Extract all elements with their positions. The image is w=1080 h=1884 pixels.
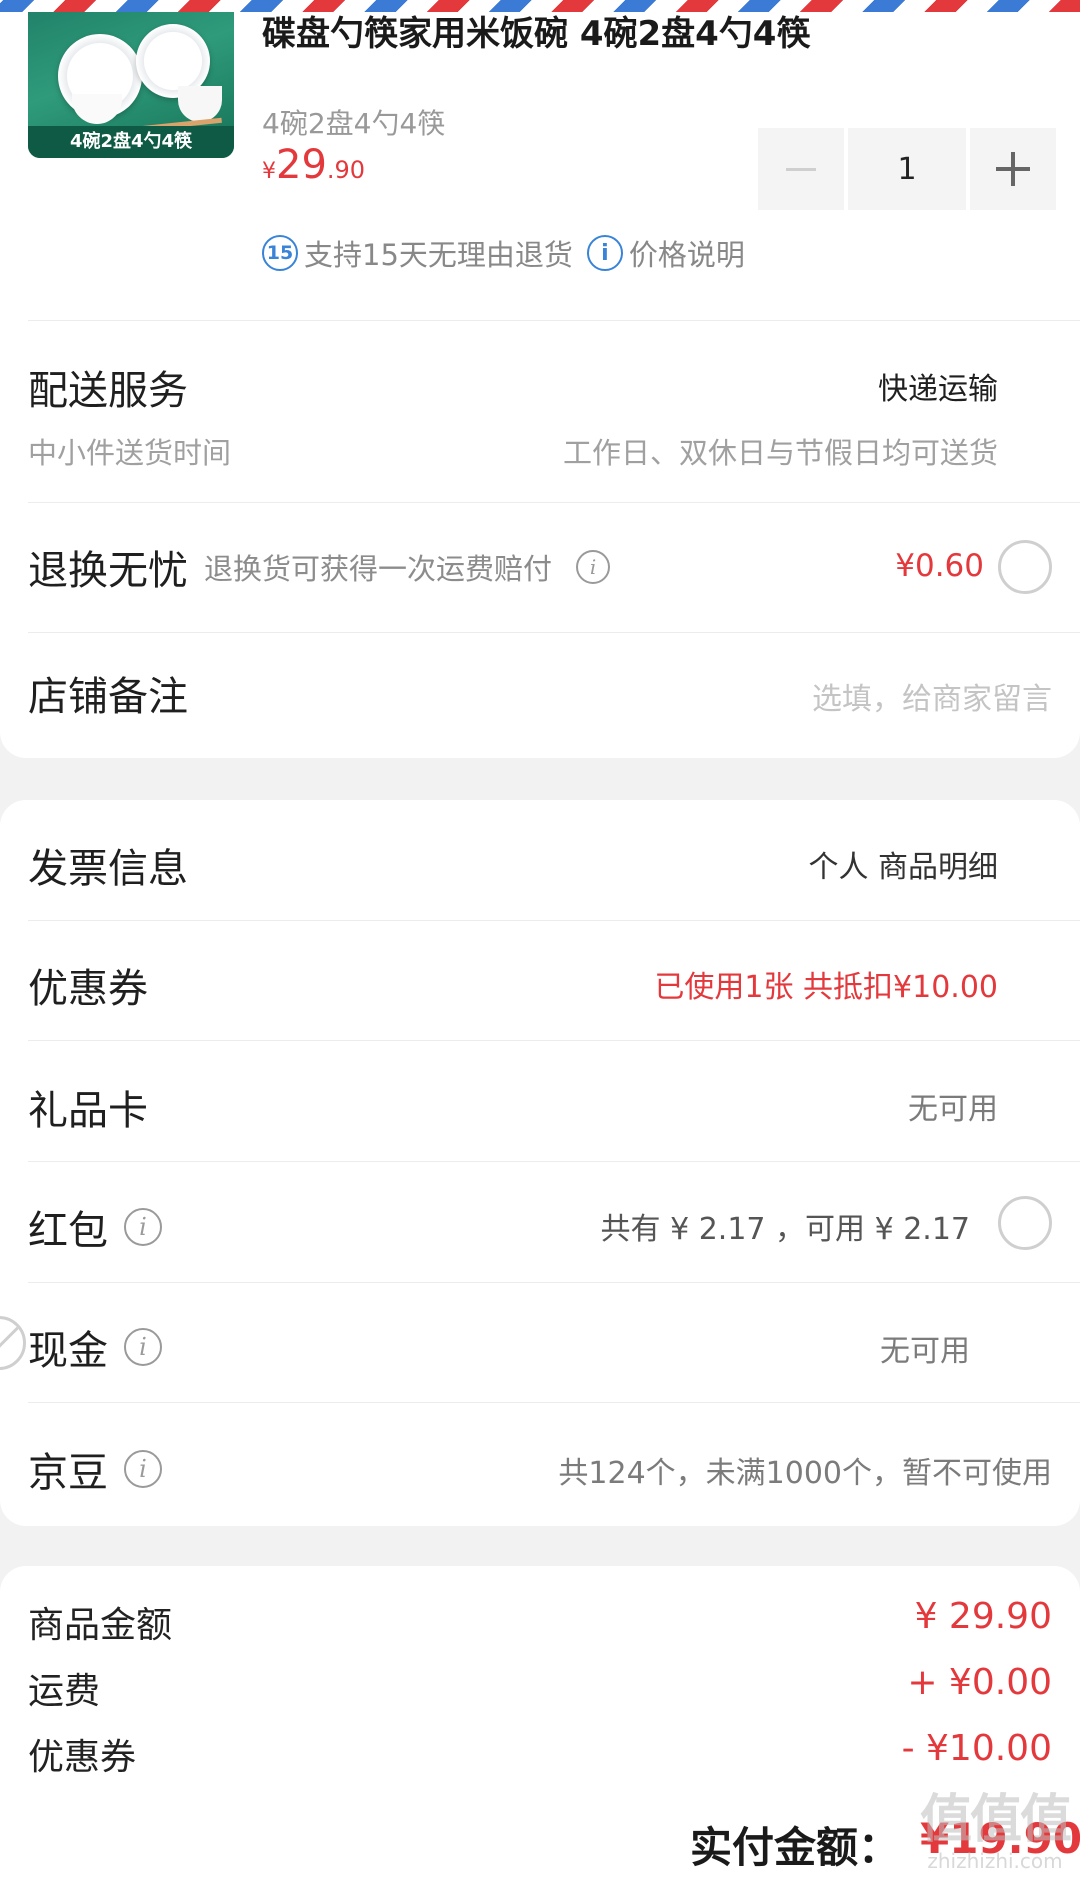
increase-quantity-button[interactable] — [970, 128, 1056, 210]
goods-amount-value: ¥ 29.90 — [914, 1596, 1052, 1637]
return-policy-link[interactable]: 支持15天无理由退货 — [304, 232, 573, 274]
coupon-discount-value: - ¥10.00 — [901, 1728, 1052, 1769]
info-icon[interactable]: i — [124, 1328, 162, 1366]
red-packet-value: 共有 ¥ 2.17 ，可用 ¥ 2.17 — [600, 1212, 970, 1247]
plus-icon — [996, 152, 1030, 186]
airmail-border-decoration — [0, 0, 1080, 12]
order-summary-card: 商品金额 ¥ 29.90 运费 + ¥0.00 优惠券 - ¥10.00 实付金… — [0, 1566, 1080, 1884]
jingdou-label: 京豆 — [28, 1450, 108, 1496]
return-days-icon: 15 — [262, 235, 298, 271]
total-label: 实付金额： — [690, 1823, 901, 1872]
return-insurance-desc: 退换货可获得一次运费赔付 — [204, 552, 553, 586]
service-tags: 15 支持15天无理由退货 i 价格说明 — [262, 232, 745, 274]
divider — [28, 1402, 1080, 1403]
watermark-url: zhizhizhi.com — [927, 1849, 1063, 1873]
cash-row: 现金 i — [28, 1318, 162, 1376]
product-thumbnail[interactable]: 4碗2盘4勺4筷 — [28, 0, 234, 158]
site-watermark: 值值值 zhizhizhi.com — [920, 1790, 1072, 1880]
divider — [28, 502, 1080, 503]
gift-card-value[interactable]: 无可用 — [908, 1084, 998, 1128]
cash-value: 无可用 — [880, 1334, 970, 1369]
invoice-value[interactable]: 个人 商品明细 — [808, 842, 998, 886]
return-insurance-radio[interactable] — [998, 540, 1052, 594]
jingdou-row: 京豆 i — [28, 1440, 162, 1498]
order-item-card: 4碗2盘4勺4筷 简约风格 碗碟套装 景德镇陶瓷餐具套装中式陶瓷碗碟盘勺筷家用米… — [0, 0, 1080, 758]
delivery-method[interactable]: 快递运输 — [878, 364, 998, 408]
return-insurance-row[interactable]: 退换无忧 退换货可获得一次运费赔付 i — [28, 538, 611, 596]
quantity-value[interactable]: 1 — [848, 128, 966, 210]
info-icon[interactable]: i — [124, 1450, 162, 1488]
divider — [28, 920, 1080, 921]
return-insurance-price: ¥0.60 — [895, 548, 984, 584]
jingdou-value: 共124个，未满1000个，暂不可使用 — [558, 1456, 1052, 1491]
delivery-label: 配送服务 — [28, 368, 188, 414]
divider — [28, 632, 1080, 633]
quantity-stepper: 1 — [758, 128, 1056, 210]
cash-disabled-icon — [0, 1316, 26, 1370]
return-insurance-label: 退换无忧 — [28, 548, 188, 594]
watermark-logo: 值值值 — [920, 1790, 1072, 1850]
payment-options-card: 发票信息 个人 商品明细 优惠券 已使用1张 共抵扣¥10.00 礼品卡 无可用… — [0, 800, 1080, 1526]
delivery-time-value: 工作日、双休日与节假日均可送货 — [562, 436, 998, 470]
price-symbol: ¥ — [262, 159, 276, 184]
minus-icon — [786, 167, 816, 171]
price-decimal: .90 — [326, 156, 366, 184]
divider — [28, 1040, 1080, 1041]
divider — [28, 1282, 1080, 1283]
price-info-link[interactable]: 价格说明 — [629, 232, 745, 274]
shipping-fee-value: + ¥0.00 — [907, 1662, 1052, 1703]
divider — [28, 1161, 1080, 1162]
shipping-fee-label: 运费 — [28, 1671, 101, 1712]
invoice-label: 发票信息 — [28, 846, 188, 892]
thumbnail-tag: 4碗2盘4勺4筷 — [28, 126, 234, 158]
product-price: ¥29.90 — [262, 142, 365, 188]
coupon-discount-label: 优惠券 — [28, 1737, 137, 1778]
red-packet-radio[interactable] — [998, 1196, 1052, 1250]
store-note-input[interactable]: 选填，给商家留言 — [812, 674, 1052, 718]
product-spec: 4碗2盘4勺4筷 — [262, 107, 446, 140]
cash-label: 现金 — [28, 1328, 108, 1374]
red-packet-label: 红包 — [28, 1208, 108, 1254]
goods-amount-label: 商品金额 — [28, 1605, 173, 1646]
info-icon: i — [586, 235, 623, 271]
info-icon[interactable]: i — [124, 1208, 162, 1246]
coupon-label: 优惠券 — [28, 966, 148, 1012]
info-icon[interactable]: i — [576, 550, 611, 584]
gift-card-label: 礼品卡 — [28, 1088, 148, 1134]
delivery-time-label: 中小件送货时间 — [28, 436, 232, 470]
decrease-quantity-button[interactable] — [758, 128, 844, 210]
coupon-value[interactable]: 已使用1张 共抵扣¥10.00 — [654, 962, 998, 1006]
price-integer: 29 — [276, 142, 327, 188]
divider — [28, 320, 1080, 321]
red-packet-row: 红包 i — [28, 1198, 162, 1256]
store-note-label: 店铺备注 — [28, 674, 188, 720]
